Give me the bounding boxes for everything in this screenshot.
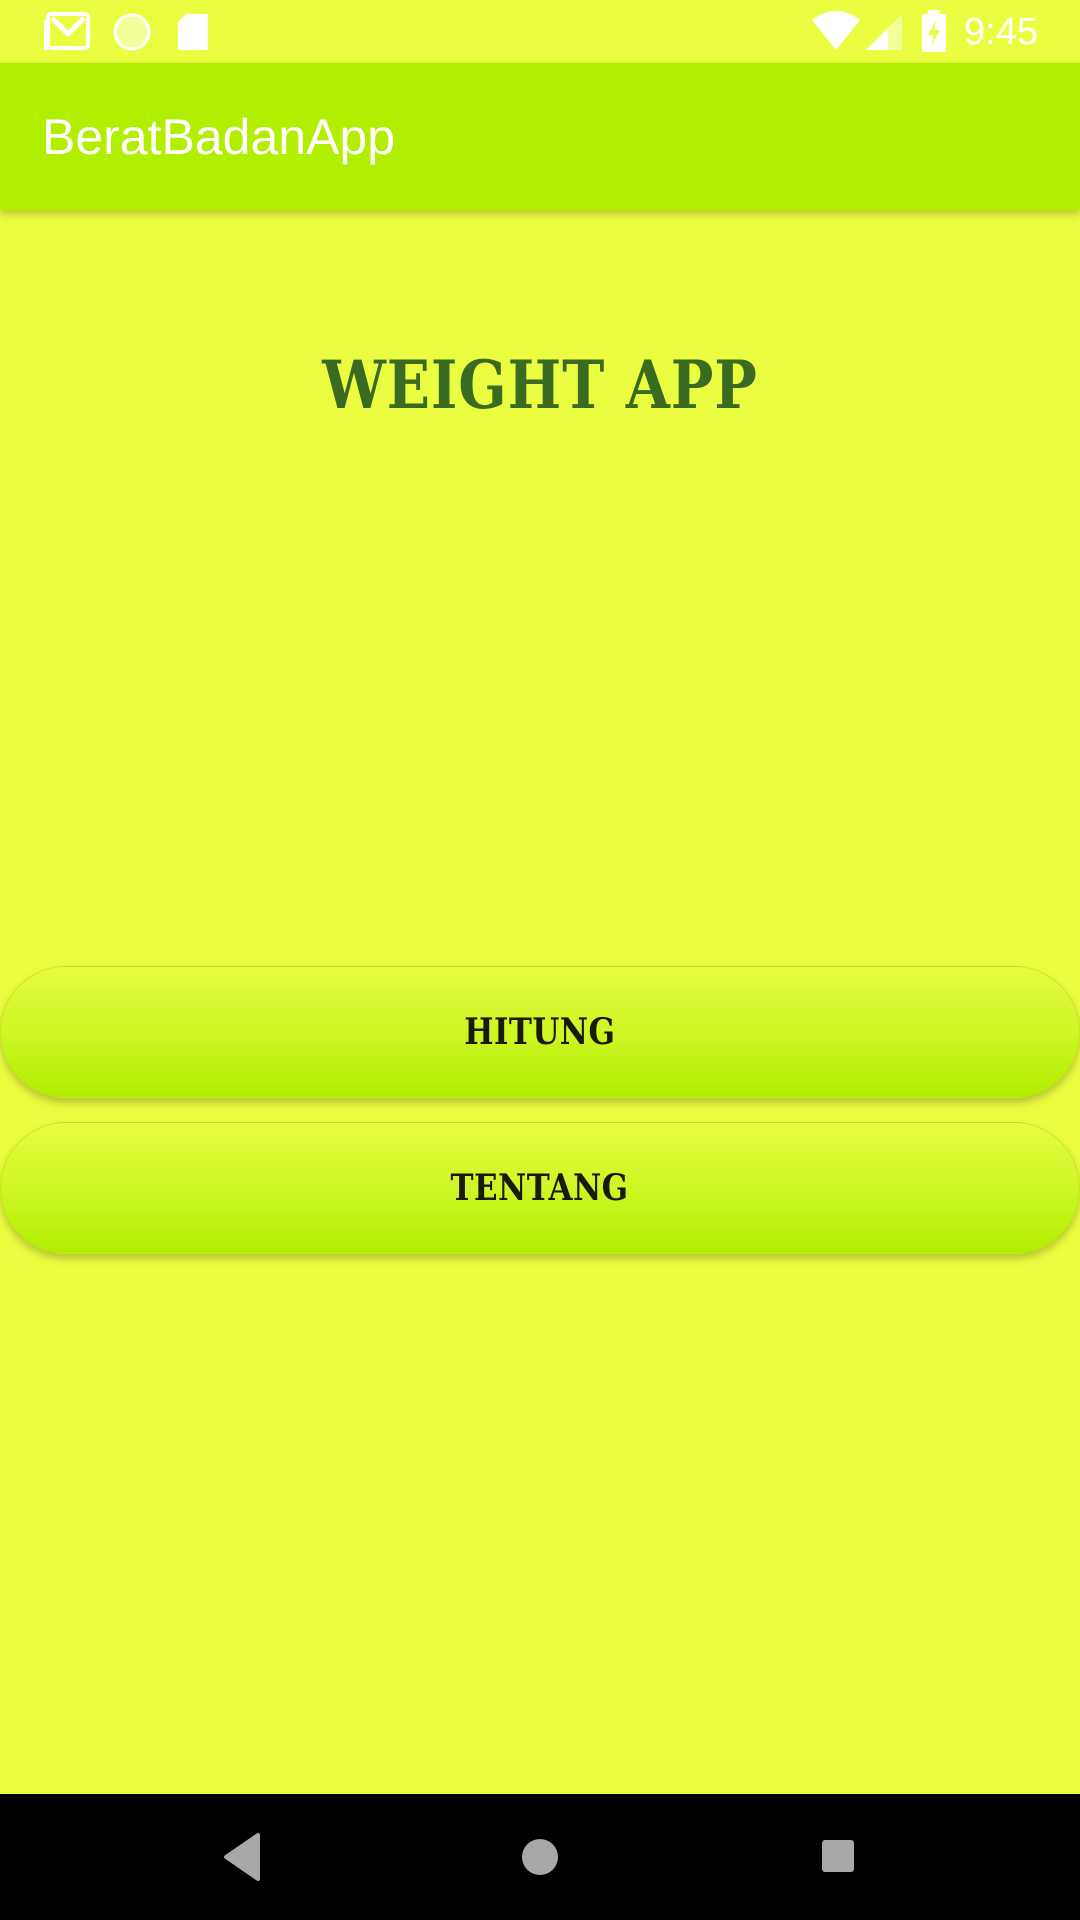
status-clock: 9:45 [964,11,1038,53]
wifi-icon [812,11,860,50]
app-title: BeratBadanApp [42,109,396,165]
signal-icon [866,14,902,50]
battery-charging-icon [922,10,946,52]
tentang-button[interactable]: TENTANG [0,1122,1080,1254]
sync-circle-icon [113,13,151,51]
screen: 9:45 BeratBadanApp WEIGHT APP HITUNG TEN… [0,0,1080,1920]
sd-card-icon [178,14,208,50]
tentang-button-label: TENTANG [450,1167,630,1209]
recents-icon[interactable] [820,1827,856,1887]
app-bar: BeratBadanApp [0,63,1080,210]
gmail-icon [44,12,90,50]
home-icon[interactable] [520,1827,560,1887]
hitung-button-label: HITUNG [464,1011,616,1053]
back-icon[interactable] [220,1827,264,1887]
status-bar: 9:45 [0,0,1080,63]
page-title: WEIGHT APP [322,346,758,424]
navigation-bar [0,1794,1080,1920]
hitung-button[interactable]: HITUNG [0,966,1080,1098]
